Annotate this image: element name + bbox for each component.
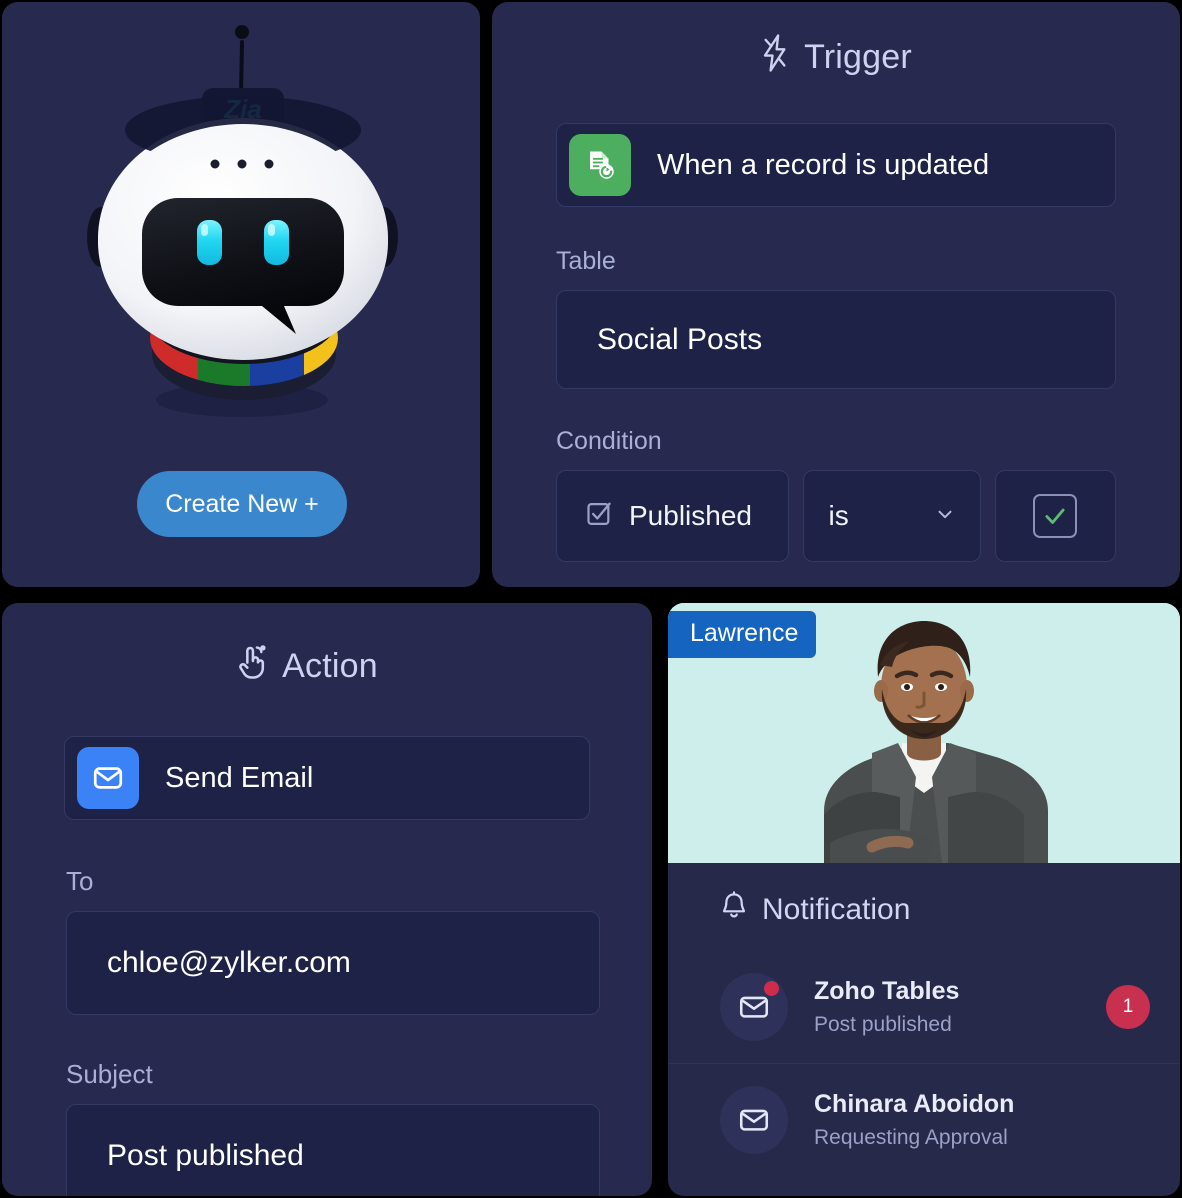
to-value-field[interactable]: chloe@zylker.com bbox=[66, 911, 600, 1015]
create-new-button[interactable]: Create New + bbox=[137, 471, 347, 537]
checkbox-field-icon bbox=[585, 500, 613, 533]
condition-row: Published is bbox=[556, 470, 1116, 562]
notification-subtitle: Requesting Approval bbox=[814, 1126, 1008, 1149]
trigger-event-chip[interactable]: When a record is updated bbox=[556, 123, 1116, 207]
condition-operator-select[interactable]: is bbox=[803, 470, 981, 562]
condition-label: Condition bbox=[556, 427, 662, 455]
action-type-chip[interactable]: Send Email bbox=[64, 736, 590, 820]
notification-panel: Lawrence Notification Zoho Tables Post p… bbox=[668, 603, 1180, 1196]
notification-title: Chinara Aboidon bbox=[814, 1090, 1015, 1118]
record-update-icon bbox=[569, 134, 631, 196]
zia-assistant-panel: Zia Create New + bbox=[2, 2, 480, 587]
screenshot-canvas: Zia Create New + bbox=[0, 0, 1182, 1198]
action-panel: Action Send Email To chloe@zylker.com Su… bbox=[2, 603, 652, 1196]
subject-value-field[interactable]: Post published bbox=[66, 1104, 600, 1196]
notification-text-group: Zoho Tables Post published bbox=[814, 977, 1080, 1037]
action-type-label: Send Email bbox=[165, 761, 314, 794]
trigger-event-label: When a record is updated bbox=[657, 148, 990, 181]
notification-text-group: Chinara Aboidon Requesting Approval bbox=[814, 1090, 1150, 1150]
notification-list: Zoho Tables Post published 1 Chinara Abo… bbox=[668, 951, 1180, 1176]
to-label: To bbox=[66, 866, 94, 896]
condition-field-select[interactable]: Published bbox=[556, 470, 790, 562]
trigger-panel: Trigger When a record is updated Table S… bbox=[492, 2, 1180, 587]
notification-heading-label: Notification bbox=[762, 893, 911, 926]
table-value-field[interactable]: Social Posts bbox=[556, 290, 1116, 389]
table-label: Table bbox=[556, 247, 616, 275]
lightning-bolt-icon bbox=[760, 34, 790, 81]
bell-icon bbox=[720, 891, 748, 929]
trigger-heading-label: Trigger bbox=[804, 38, 912, 76]
notification-subtitle: Post published bbox=[814, 1013, 952, 1036]
action-heading-label: Action bbox=[282, 647, 378, 685]
action-heading: Action bbox=[2, 643, 652, 690]
condition-operator-label: is bbox=[828, 500, 849, 531]
envelope-icon bbox=[720, 973, 788, 1041]
zia-robot-illustration: Zia bbox=[2, 2, 480, 432]
status-badge: 1 bbox=[1106, 985, 1150, 1029]
user-name-tag: Lawrence bbox=[668, 611, 817, 658]
envelope-icon bbox=[720, 1086, 788, 1154]
subject-label: Subject bbox=[66, 1059, 153, 1089]
list-item[interactable]: Chinara Aboidon Requesting Approval bbox=[668, 1063, 1180, 1176]
trigger-heading-wrap: Trigger bbox=[492, 34, 1180, 81]
user-photo-area: Lawrence bbox=[668, 603, 1180, 863]
condition-value-checkbox[interactable] bbox=[994, 470, 1116, 562]
tap-hand-icon bbox=[236, 643, 268, 690]
check-icon bbox=[1033, 494, 1078, 538]
condition-field-label: Published bbox=[629, 500, 752, 531]
notification-heading: Notification bbox=[720, 891, 1180, 929]
notification-body: Notification Zoho Tables Post published bbox=[668, 863, 1180, 1176]
notification-title: Zoho Tables bbox=[814, 977, 960, 1005]
trigger-heading: Trigger bbox=[492, 34, 1180, 81]
chevron-down-icon bbox=[934, 503, 956, 530]
action-heading-wrap: Action bbox=[2, 643, 652, 690]
unread-dot bbox=[764, 981, 779, 996]
list-item[interactable]: Zoho Tables Post published 1 bbox=[668, 951, 1180, 1063]
envelope-icon bbox=[77, 747, 139, 809]
